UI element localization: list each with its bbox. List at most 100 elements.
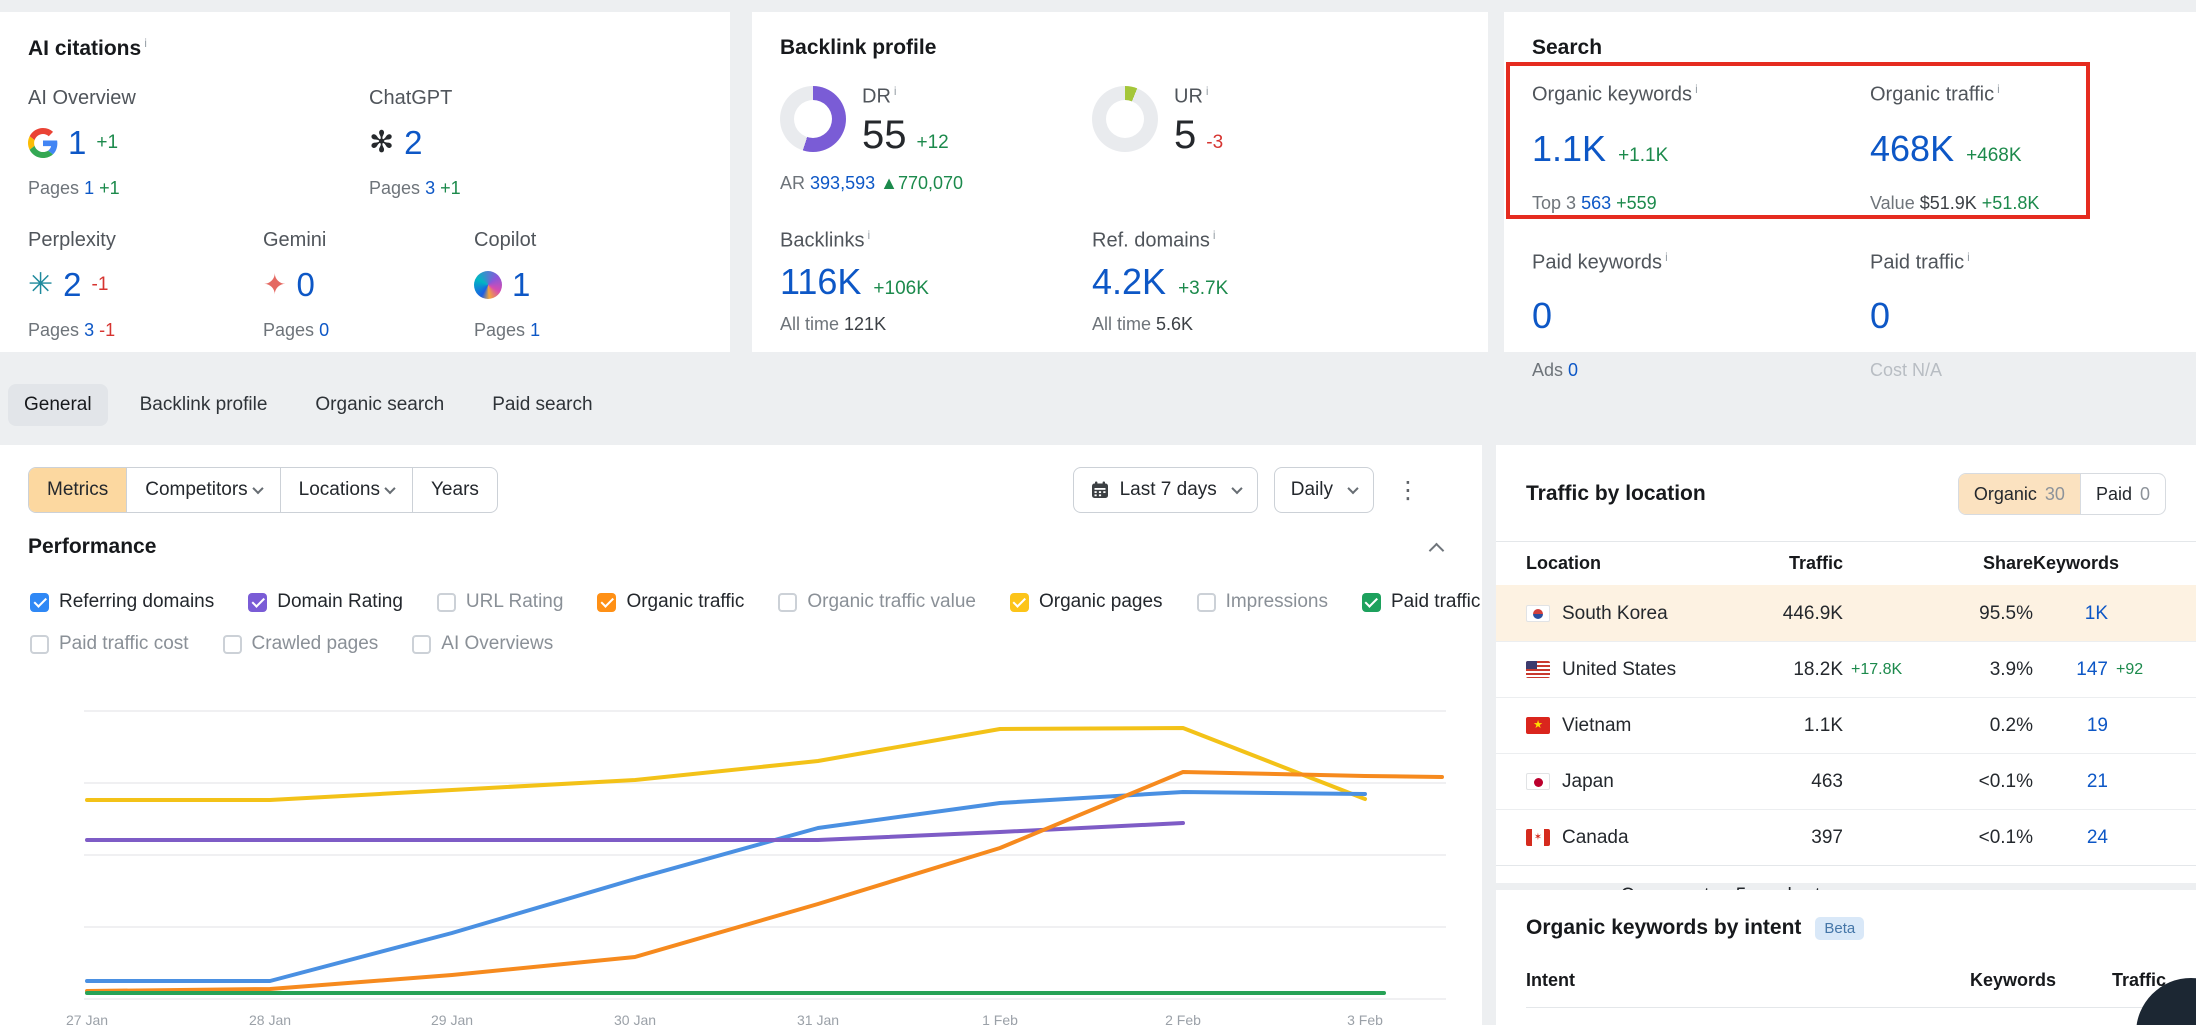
paid-keywords-block: Paid keywordsi 0 Ads 0: [1532, 250, 1870, 382]
info-icon[interactable]: i: [1695, 82, 1698, 96]
vietnam-flag-icon: ★: [1526, 717, 1550, 734]
line-chart-svg: [84, 680, 1446, 1012]
table-row-united-states[interactable]: United States 18.2K +17.8K 3.9% 147 +92: [1496, 641, 2196, 697]
info-icon[interactable]: i: [1206, 84, 1209, 98]
dr-donut-chart: [780, 86, 846, 152]
copilot-value[interactable]: 1: [512, 266, 530, 304]
ai-overview-delta: +1: [96, 132, 118, 154]
checkbox-paid-traffic[interactable]: Paid traffic: [1362, 591, 1480, 613]
dr-delta: +12: [917, 132, 949, 154]
ai-overview-value[interactable]: 1: [68, 124, 86, 162]
checkbox-paid-traffic-cost[interactable]: Paid traffic cost: [30, 633, 189, 655]
keywords-link[interactable]: 19: [2033, 715, 2108, 737]
copilot-label: Copilot: [474, 229, 702, 252]
metrics-button[interactable]: Metrics: [29, 468, 126, 512]
chatgpt-value[interactable]: 2: [404, 124, 422, 162]
checkbox-organic-traffic[interactable]: Organic traffic: [597, 591, 744, 613]
keywords-link[interactable]: 24: [2033, 827, 2108, 849]
tab-backlink-profile[interactable]: Backlink profile: [124, 384, 284, 426]
traffic-by-location-panel: Traffic by location Organic30 Paid0 Loca…: [1496, 445, 2196, 883]
ref-domains-value[interactable]: 4.2K: [1092, 264, 1166, 300]
ai-overview-label: AI Overview: [28, 87, 369, 110]
backlink-profile-panel: Backlink profile DRi 55 +12 AR 393,593 ▲…: [752, 12, 1488, 352]
table-row-vietnam[interactable]: ★Vietnam 1.1K 0.2% 19: [1496, 697, 2196, 753]
tab-general[interactable]: General: [8, 384, 108, 426]
info-icon[interactable]: i: [144, 36, 147, 50]
chevron-down-icon: [384, 483, 395, 494]
info-icon[interactable]: i: [1665, 250, 1668, 264]
more-options-kebab-icon[interactable]: ⋮: [1390, 476, 1426, 505]
performance-line-chart: 27 Jan28 Jan29 Jan30 Jan31 Jan1 Feb2 Feb…: [84, 680, 1446, 1025]
info-icon[interactable]: i: [867, 228, 870, 242]
table-row-japan[interactable]: Japan 463 <0.1% 21: [1496, 753, 2196, 809]
ahrefs-overview-page: AI citationsi AI Overview 1 +1 Pages 1 +…: [0, 0, 2196, 1025]
paid-keywords-value[interactable]: 0: [1532, 298, 1552, 334]
series-referring-domains: [87, 792, 1365, 981]
ref-domains-label: Ref. domainsi: [1092, 228, 1460, 253]
tab-paid-search[interactable]: Paid search: [476, 384, 608, 426]
copilot-pages: Pages 1: [474, 320, 702, 341]
organic-traffic-value[interactable]: 468K: [1870, 131, 1954, 167]
backlinks-value[interactable]: 116K: [780, 264, 861, 300]
checkbox-impressions[interactable]: Impressions: [1197, 591, 1328, 613]
competitors-dropdown[interactable]: Competitors: [126, 468, 279, 512]
japan-flag-icon: [1526, 773, 1550, 790]
info-icon[interactable]: i: [894, 84, 897, 98]
organic-keywords-value[interactable]: 1.1K: [1532, 131, 1606, 167]
paid-traffic-block: Paid traffici 0 Cost N/A: [1870, 250, 2168, 382]
backlink-profile-title: Backlink profile: [780, 36, 1460, 60]
table-row-canada[interactable]: ✶Canada 397 <0.1% 24: [1496, 809, 2196, 865]
checkbox-domain-rating[interactable]: Domain Rating: [248, 591, 403, 613]
toggle-organic[interactable]: Organic30: [1959, 474, 2080, 514]
performance-panel: Metrics Competitors Locations Years Last…: [0, 445, 1482, 1025]
x-tick-label: 29 Jan: [431, 1012, 473, 1025]
organic-traffic-block: Organic traffici 468K +468K Value $51.9K…: [1870, 82, 2168, 214]
organic-keywords-sub: Top 3 563 +559: [1532, 193, 1870, 214]
x-tick-label: 2 Feb: [1165, 1012, 1201, 1025]
gemini-value[interactable]: 0: [296, 266, 314, 304]
filter-toolbar: Metrics Competitors Locations Years Last…: [28, 467, 1426, 513]
x-tick-label: 28 Jan: [249, 1012, 291, 1025]
keywords-link[interactable]: 21: [2033, 771, 2108, 793]
perplexity-value[interactable]: 2: [63, 266, 81, 304]
info-icon[interactable]: i: [1213, 228, 1216, 242]
table-row-south-korea[interactable]: South Korea 446.9K 95.5% 1K: [1496, 585, 2196, 641]
checkbox-organic-traffic-value[interactable]: Organic traffic value: [778, 591, 976, 613]
checkbox-icon: [1010, 593, 1029, 612]
paid-traffic-label: Paid traffici: [1870, 250, 2168, 275]
ai-citations-panel: AI citationsi AI Overview 1 +1 Pages 1 +…: [0, 12, 730, 352]
ref-domains-alltime: All time 5.6K: [1092, 314, 1460, 335]
collapse-chevron-up-icon[interactable]: [1429, 543, 1445, 559]
checkbox-icon: [1197, 593, 1216, 612]
locations-dropdown[interactable]: Locations: [280, 468, 412, 512]
info-icon[interactable]: i: [1997, 82, 2000, 96]
google-icon: [28, 128, 58, 158]
ref-domains-delta: +3.7K: [1178, 278, 1228, 300]
backlinks-label: Backlinksi: [780, 228, 1092, 253]
keywords-link[interactable]: 147: [2033, 659, 2108, 681]
tab-organic-search[interactable]: Organic search: [299, 384, 460, 426]
years-button[interactable]: Years: [412, 468, 497, 512]
intent-table-header: Intent Keywords Traffic: [1526, 970, 2166, 1008]
checkbox-icon: [1362, 593, 1381, 612]
checkbox-ai-overviews[interactable]: AI Overviews: [412, 633, 553, 655]
beta-badge: Beta: [1815, 917, 1864, 940]
south-korea-flag-icon: [1526, 605, 1550, 622]
organic-keywords-block: Organic keywordsi 1.1K +1.1K Top 3 563 +…: [1532, 82, 1870, 214]
date-range-dropdown[interactable]: Last 7 days: [1073, 467, 1258, 513]
toggle-paid[interactable]: Paid0: [2080, 474, 2165, 514]
calendar-icon: [1090, 480, 1110, 500]
dr-label: DRi: [862, 84, 949, 109]
paid-traffic-value[interactable]: 0: [1870, 298, 1890, 334]
checkbox-url-rating[interactable]: URL Rating: [437, 591, 564, 613]
chevron-down-icon: [252, 483, 263, 494]
checkbox-organic-pages[interactable]: Organic pages: [1010, 591, 1163, 613]
gemini-pages: Pages 0: [263, 320, 474, 341]
backlinks-alltime: All time 121K: [780, 314, 1092, 335]
checkbox-icon: [30, 635, 49, 654]
checkbox-crawled-pages[interactable]: Crawled pages: [223, 633, 379, 655]
granularity-dropdown[interactable]: Daily: [1274, 467, 1374, 513]
checkbox-referring-domains[interactable]: Referring domains: [30, 591, 214, 613]
keywords-link[interactable]: 1K: [2033, 603, 2108, 625]
info-icon[interactable]: i: [1967, 250, 1970, 264]
